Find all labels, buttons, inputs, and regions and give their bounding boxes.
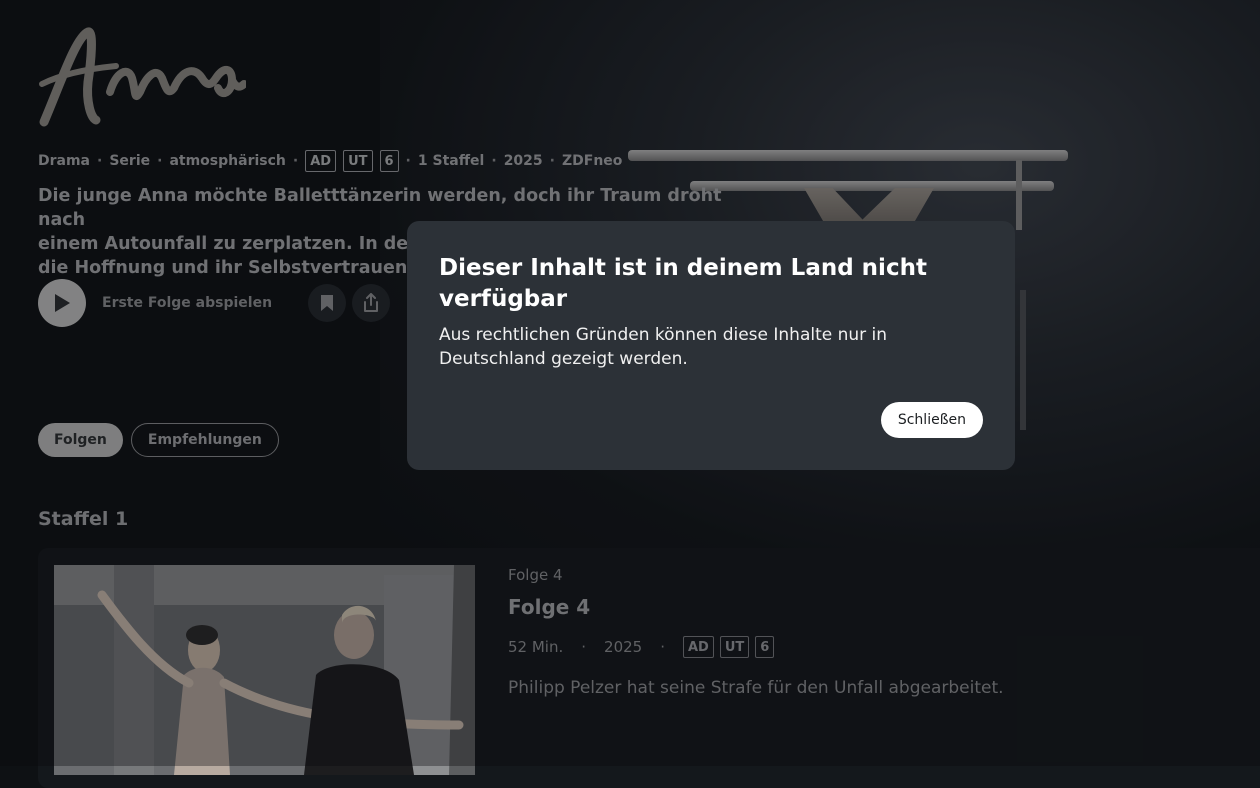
close-button[interactable]: Schließen (880, 402, 983, 438)
page: Drama · Serie · atmosphärisch · AD UT 6 … (0, 0, 1260, 788)
dialog-title: Dieser Inhalt ist in deinem Land nicht v… (439, 255, 927, 312)
dialog-message: Aus rechtlichen Gründen können diese Inh… (439, 325, 888, 369)
geo-block-dialog: Dieser Inhalt ist in deinem Land nicht v… (407, 221, 1015, 470)
